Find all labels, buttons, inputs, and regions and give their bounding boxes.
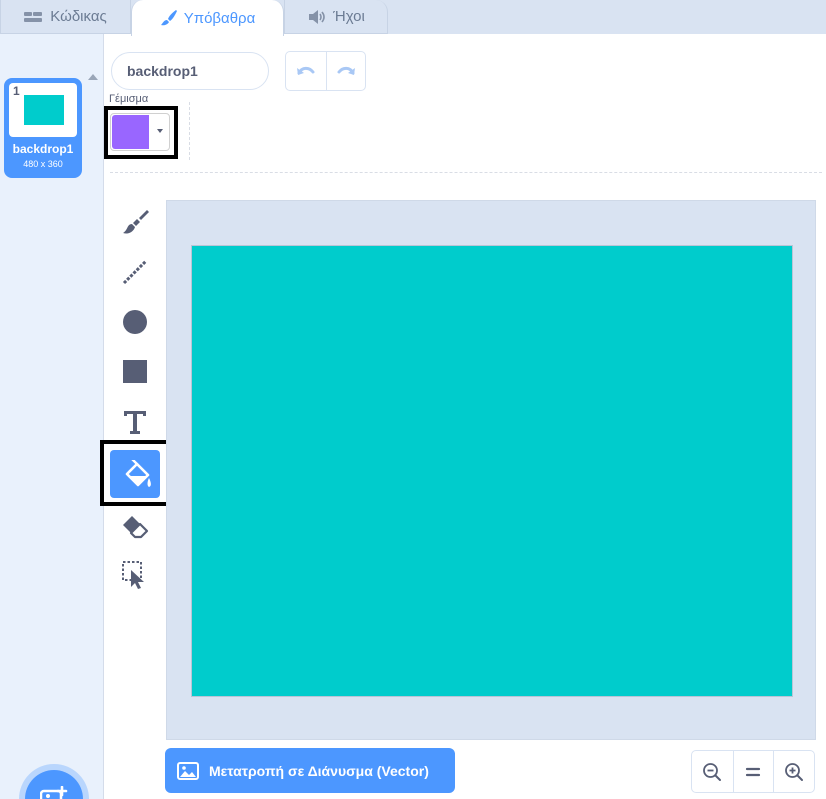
thumbnail-preview: 1 bbox=[9, 83, 77, 137]
fill-label: Γέμισμα bbox=[109, 93, 149, 105]
image-icon bbox=[177, 761, 199, 780]
select-tool-icon bbox=[122, 561, 144, 589]
backdrop-name: backdrop1 bbox=[12, 142, 74, 156]
redo-icon bbox=[337, 66, 355, 75]
tab-sounds[interactable]: Ήχοι bbox=[284, 0, 388, 34]
brush-tool-icon bbox=[123, 210, 149, 234]
backdrop-number: 1 bbox=[13, 84, 20, 98]
circle-tool-icon bbox=[123, 310, 147, 334]
speaker-icon bbox=[309, 9, 325, 24]
convert-button-label: Μετατροπή σε Διάνυσμα (Vector) bbox=[209, 762, 429, 779]
line-tool[interactable] bbox=[110, 248, 160, 296]
list-scrollbar[interactable] bbox=[86, 74, 100, 799]
redo-button[interactable] bbox=[325, 52, 366, 90]
tab-sounds-label: Ήχοι bbox=[333, 8, 365, 25]
divider bbox=[110, 172, 822, 173]
eraser-tool[interactable] bbox=[110, 502, 160, 550]
tab-code[interactable]: Κώδικας bbox=[0, 0, 131, 34]
eraser-tool-icon bbox=[123, 516, 149, 539]
backdrop-size: 480 x 360 bbox=[23, 159, 63, 169]
thumbnail-image bbox=[24, 95, 64, 125]
fill-color-swatch bbox=[112, 115, 149, 149]
backdrop-list: 1 backdrop1 480 x 360 bbox=[0, 34, 104, 799]
tab-bar: Κώδικας Υπόβαθρα Ήχοι bbox=[0, 0, 826, 36]
code-icon bbox=[24, 11, 43, 22]
text-tool[interactable] bbox=[110, 398, 160, 446]
brush-icon bbox=[160, 10, 177, 26]
convert-to-vector-button[interactable]: Μετατροπή σε Διάνυσμα (Vector) bbox=[165, 748, 455, 793]
divider bbox=[189, 102, 190, 160]
tab-code-label: Κώδικας bbox=[50, 8, 107, 25]
rectangle-tool[interactable] bbox=[110, 348, 160, 396]
chevron-down-icon bbox=[157, 129, 163, 133]
undo-redo-group bbox=[285, 51, 366, 91]
zoom-controls bbox=[691, 750, 815, 793]
add-backdrop-icon bbox=[40, 786, 68, 799]
canvas-area bbox=[166, 200, 816, 740]
select-tool[interactable] bbox=[110, 550, 160, 598]
fill-tool-highlight-box bbox=[100, 440, 174, 506]
zoom-in-button[interactable] bbox=[773, 751, 814, 792]
scroll-up-arrow-icon[interactable] bbox=[88, 74, 98, 80]
tab-backdrops-label: Υπόβαθρα bbox=[183, 9, 256, 27]
undo-icon bbox=[296, 66, 315, 75]
tab-backdrops[interactable]: Υπόβαθρα bbox=[131, 0, 284, 36]
brush-tool[interactable] bbox=[110, 198, 160, 246]
paint-canvas[interactable] bbox=[191, 245, 793, 697]
zoom-reset-button[interactable] bbox=[732, 751, 774, 792]
zoom-out-button[interactable] bbox=[692, 751, 733, 792]
backdrop-name-input[interactable] bbox=[111, 52, 269, 90]
rectangle-tool-icon bbox=[123, 360, 147, 383]
zoom-in-icon bbox=[785, 762, 804, 781]
fill-color-picker[interactable] bbox=[110, 113, 170, 151]
zoom-reset-icon bbox=[746, 767, 761, 776]
undo-button[interactable] bbox=[286, 52, 326, 90]
backdrop-thumbnail[interactable]: 1 backdrop1 480 x 360 bbox=[4, 78, 82, 178]
text-tool-icon bbox=[124, 411, 146, 434]
paint-editor: Γέμισμα bbox=[100, 34, 826, 799]
circle-tool[interactable] bbox=[110, 298, 160, 346]
line-tool-icon bbox=[122, 259, 148, 285]
add-backdrop-button[interactable] bbox=[25, 770, 83, 799]
zoom-out-icon bbox=[703, 762, 722, 781]
